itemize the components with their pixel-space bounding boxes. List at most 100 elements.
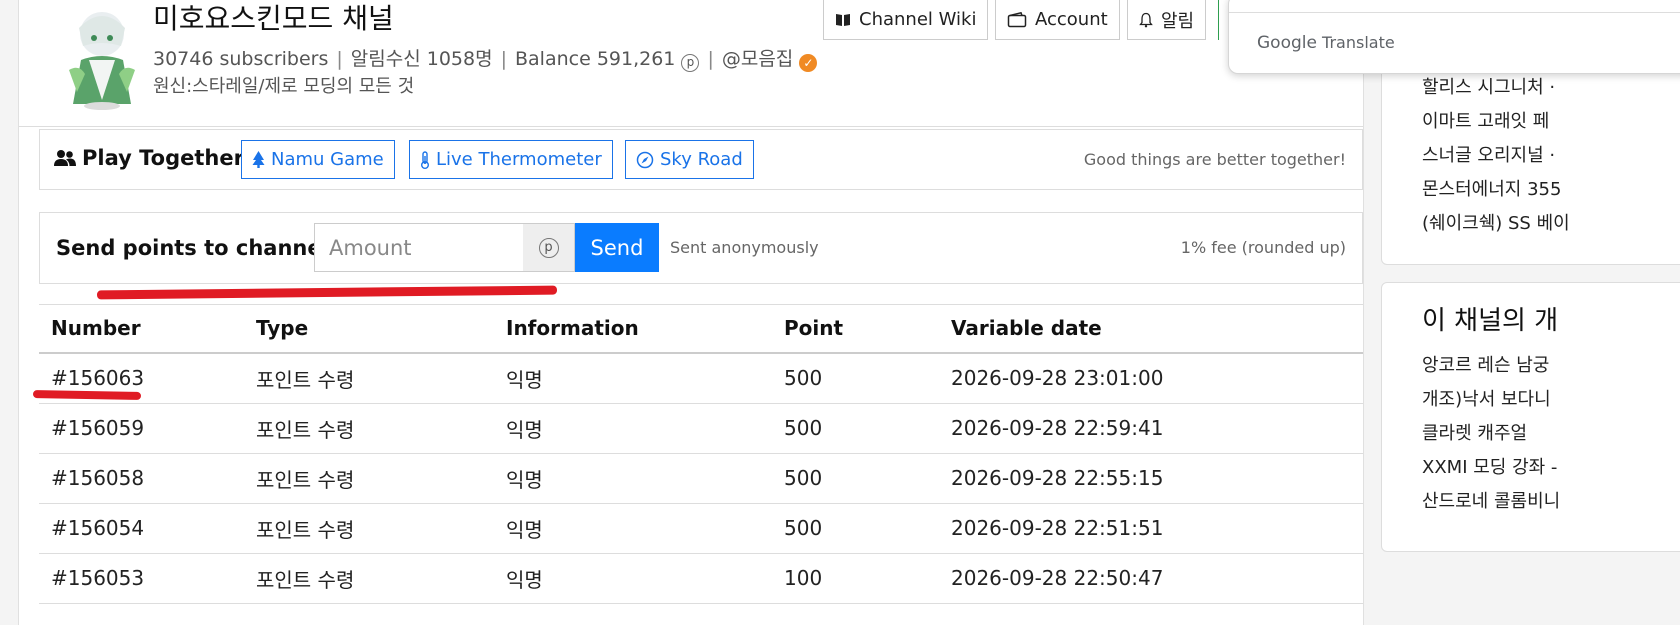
column-header-information: Information <box>494 304 772 354</box>
point-icon: p <box>681 54 700 72</box>
anonymous-note: Sent anonymously <box>670 238 819 257</box>
red-underline-annotation <box>96 285 558 300</box>
row-information: 익명 <box>494 453 772 504</box>
send-points-title: Send points to channel <box>56 236 329 260</box>
sidebar-hot-deals-card: 할리스 시그니처 · 이마트 고래잇 페 스너글 오리지널 · 몬스터에너지 3… <box>1381 60 1680 265</box>
row-information: 익명 <box>494 352 772 404</box>
account-label: Account <box>1035 9 1108 30</box>
sidebar-link[interactable]: 산드로네 콜롬비니 <box>1382 485 1680 519</box>
column-header-type: Type <box>244 304 494 354</box>
sidebar-link[interactable]: XXMI 모딩 강좌 - <box>1382 451 1680 485</box>
row-information: 익명 <box>494 553 772 604</box>
point-icon: p <box>538 237 559 258</box>
channel-wiki-label: Channel Wiki <box>859 9 977 30</box>
google-translate-brand: Google Translate <box>1257 33 1395 53</box>
google-translate-popup[interactable]: Google Translate <box>1228 0 1680 74</box>
send-points-panel: Send points to channel p Send Sent anony… <box>39 212 1363 284</box>
row-number: #156053 <box>39 553 244 604</box>
play-together-label: Play Together <box>82 146 244 170</box>
row-type: 포인트 수령 <box>244 553 494 604</box>
channel-header: 미호요스킨모드 채널 30746 subscribers | 알림수신 1058명 |… <box>19 0 1363 127</box>
google-translate-bar <box>1229 1 1680 13</box>
header-button-edge[interactable] <box>1218 0 1223 40</box>
table-row: #156063 포인트 수령 익명 500 2026-09-28 23:01:0… <box>39 352 1363 404</box>
row-number: #156058 <box>39 453 244 504</box>
row-number: #156059 <box>39 403 244 454</box>
users-icon <box>54 150 76 166</box>
channel-avatar[interactable] <box>59 0 145 112</box>
channel-title: 미호요스킨모드 채널 <box>153 2 394 35</box>
tree-icon <box>252 151 265 168</box>
send-button[interactable]: Send <box>575 223 659 272</box>
play-together-panel: Play Together Namu Game Live Thermometer… <box>39 129 1363 190</box>
thermometer-icon <box>421 150 429 169</box>
play-together-title: Play Together <box>54 146 244 170</box>
table-row: #156059 포인트 수령 익명 500 2026-09-28 22:59:4… <box>39 403 1363 454</box>
fee-note: 1% fee (rounded up) <box>1180 238 1346 257</box>
row-point: 500 <box>772 403 939 454</box>
bell-icon <box>1139 12 1153 27</box>
row-type: 포인트 수령 <box>244 403 494 454</box>
row-type: 포인트 수령 <box>244 503 494 554</box>
sidebar-link[interactable]: 앙코르 레슨 남궁 <box>1382 349 1680 383</box>
row-type: 포인트 수령 <box>244 352 494 404</box>
row-date: 2026-09-28 22:50:47 <box>939 553 1363 604</box>
amount-input[interactable] <box>314 223 524 272</box>
row-number: #156054 <box>39 503 244 554</box>
points-history-table: Number Type Information Point Variable d… <box>39 304 1363 604</box>
sidebar-link[interactable]: (쉐이크쉑) SS 베이 <box>1382 207 1680 241</box>
wallet-icon <box>1007 11 1027 27</box>
google-wordmark: Google <box>1257 33 1317 53</box>
row-point: 500 <box>772 503 939 554</box>
sidebar-link[interactable]: 스너글 오리지널 · <box>1382 139 1680 173</box>
sidebar-link[interactable]: 이마트 고래잇 페 <box>1382 105 1680 139</box>
alerts-button[interactable]: 알림 <box>1127 0 1207 40</box>
live-thermometer-label: Live Thermometer <box>436 149 602 170</box>
row-date: 2026-09-28 22:59:41 <box>939 403 1363 454</box>
subscriber-count: 30746 subscribers <box>153 48 329 70</box>
column-header-point: Point <box>772 304 939 354</box>
alerts-label: 알림 <box>1161 10 1195 32</box>
book-icon <box>836 13 850 26</box>
sidebar-link[interactable]: 몬스터에너지 355 <box>1382 173 1680 207</box>
sky-road-label: Sky Road <box>660 149 743 170</box>
main-column: 미호요스킨모드 채널 30746 subscribers | 알림수신 1058명 |… <box>18 0 1364 625</box>
row-point: 500 <box>772 453 939 504</box>
row-information: 익명 <box>494 503 772 554</box>
column-header-number: Number <box>39 304 244 354</box>
notify-count: 알림수신 1058명 <box>350 48 493 70</box>
sidebar-link[interactable]: 할리스 시그니처 · <box>1382 71 1680 105</box>
table-row: #156053 포인트 수령 익명 100 2026-09-28 22:50:4… <box>39 553 1363 604</box>
account-button[interactable]: Account <box>995 0 1120 40</box>
verified-check-icon: ✓ <box>799 54 818 72</box>
channel-wiki-button[interactable]: Channel Wiki <box>823 0 989 40</box>
sidebar-link[interactable]: 클라렛 캐주얼 <box>1382 417 1680 451</box>
compass-icon <box>636 151 654 168</box>
translate-wordmark: Translate <box>1322 33 1395 52</box>
row-date: 2026-09-28 22:51:51 <box>939 503 1363 554</box>
balance: Balance 591,261 <box>515 48 676 70</box>
namu-game-link[interactable]: Namu Game <box>241 140 395 179</box>
sidebar-link[interactable]: 개조)낙서 보다니 <box>1382 383 1680 417</box>
namu-game-label: Namu Game <box>271 149 384 170</box>
column-header-date: Variable date <box>939 304 1363 354</box>
live-thermometer-link[interactable]: Live Thermometer <box>409 140 613 179</box>
table-row: #156054 포인트 수령 익명 500 2026-09-28 22:51:5… <box>39 503 1363 554</box>
row-date: 2026-09-28 22:55:15 <box>939 453 1363 504</box>
channel-stats: 30746 subscribers | 알림수신 1058명 | Balance 591… <box>153 44 818 72</box>
row-information: 익명 <box>494 403 772 454</box>
row-point: 100 <box>772 553 939 604</box>
amount-addon: p <box>523 223 575 272</box>
sidebar-channel-card: 이 채널의 개 앙코르 레슨 남궁 개조)낙서 보다니 클라렛 캐주얼 XXMI… <box>1381 282 1680 552</box>
row-number: #156063 <box>39 352 244 404</box>
channel-handle[interactable]: @모음집 <box>722 48 793 70</box>
sidebar-channel-heading: 이 채널의 개 <box>1422 306 1559 336</box>
table-row: #156058 포인트 수령 익명 500 2026-09-28 22:55:1… <box>39 453 1363 504</box>
channel-description: 원신:스타레일/제로 모딩의 모든 것 <box>153 76 415 97</box>
row-type: 포인트 수령 <box>244 453 494 504</box>
table-header-row: Number Type Information Point Variable d… <box>39 304 1363 354</box>
row-point: 500 <box>772 352 939 404</box>
row-date: 2026-09-28 23:01:00 <box>939 352 1363 404</box>
play-together-note: Good things are better together! <box>1083 150 1346 169</box>
sky-road-link[interactable]: Sky Road <box>625 140 754 179</box>
